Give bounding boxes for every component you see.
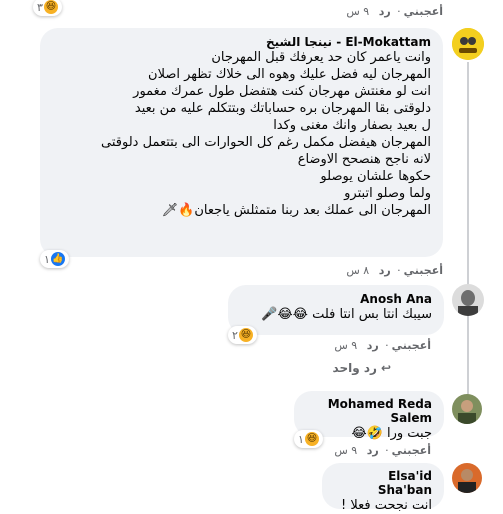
thread-line <box>467 62 469 417</box>
reply-link[interactable]: رد <box>379 264 391 277</box>
reaction-badge[interactable]: ١ 👍 <box>40 250 69 268</box>
reaction-badge[interactable]: ٢ 😆 <box>228 326 257 344</box>
comment-author[interactable]: Anosh Ana <box>240 292 432 306</box>
avatar-image <box>452 28 484 60</box>
reaction-count: ٢ <box>232 328 238 342</box>
avatar-image <box>452 463 482 493</box>
comment-bubble: Anosh Ana سيبك انتا بس انتا فلت 😂😂🎤 <box>228 285 444 335</box>
like-link[interactable]: أعجبني <box>392 444 431 457</box>
like-link[interactable]: أعجبني <box>392 339 431 352</box>
reaction-count: ١ <box>44 252 50 266</box>
avatar-image <box>452 394 482 424</box>
reply-link[interactable]: رد <box>367 339 379 352</box>
top-comment-actions: أعجبني· رد ٩ س <box>346 5 443 18</box>
comment-line: المهرجان الى عملك بعد ربنا متمثلش ياجعان… <box>161 203 431 218</box>
reaction-count: ٣ <box>37 0 43 14</box>
comment-actions: أعجبني· رد ٨ س <box>346 264 443 277</box>
reply-arrow-icon: ↩ <box>380 361 391 375</box>
avatar[interactable] <box>452 463 482 493</box>
comment-line: وانت ياعمر كان حد يعرفك قبل المهرجان <box>211 50 431 65</box>
comment-line: المهرجان ليه فضل عليك وهوه الى خلاك تظهر… <box>148 67 431 82</box>
comment-line: دلوقتى بقا المهرجان بره حساباتك وبتتكلم … <box>134 101 431 116</box>
comment-actions: أعجبني· رد ٩ س <box>334 444 431 457</box>
like-link[interactable]: أعجبني <box>404 264 443 277</box>
haha-icon: 😆 <box>304 432 319 446</box>
avatar[interactable] <box>452 394 482 424</box>
comment-line: ولما وصلو اتبترو <box>344 186 431 201</box>
reaction-count: ١ <box>298 432 304 446</box>
timestamp: ٩ س <box>334 444 358 457</box>
avatar-image <box>452 284 484 316</box>
reply-link[interactable]: رد <box>379 5 391 18</box>
comment-text: سيبك انتا بس انتا فلت 😂😂🎤 <box>261 307 432 322</box>
comment-author[interactable]: El-Mokattam - نينجا الشيخ <box>52 35 431 49</box>
timestamp: ٩ س <box>346 5 370 18</box>
timestamp: ٨ س <box>346 264 370 277</box>
view-replies-label: رد واحد <box>332 361 377 375</box>
haha-icon: 😆 <box>43 0 58 14</box>
comment-line: حكوها علشان يوصلو <box>320 169 431 184</box>
like-link[interactable]: أعجبني <box>404 5 443 18</box>
comment-line: لانه ناجح هنصحح الاوضاع <box>297 152 431 167</box>
view-replies-link[interactable]: ↩ رد واحد <box>333 361 391 375</box>
like-icon: 👍 <box>50 252 65 266</box>
comment-bubble: Elsa'id Sha'ban انت نجحت فعلا ! <box>322 463 444 513</box>
timestamp: ٩ س <box>334 339 358 352</box>
comment-line: ل بعيد بصفار وانك مغنى وكدا <box>273 118 431 133</box>
comment-actions: أعجبني· رد ٩ س <box>334 339 431 352</box>
comment-text: جبت ورا 🤣😂 <box>351 426 432 441</box>
comment-author[interactable]: Mohamed Reda Salem <box>306 397 432 425</box>
comment-author[interactable]: Elsa'id Sha'ban <box>334 469 432 497</box>
haha-icon: 😆 <box>238 328 253 342</box>
comment-bubble: El-Mokattam - نينجا الشيخ وانت ياعمر كان… <box>40 28 443 257</box>
comment-line: المهرجان هيفضل مكمل رغم كل الحوارات الى … <box>101 135 431 150</box>
reply-link[interactable]: رد <box>367 444 379 457</box>
comment-text: انت نجحت فعلا ! <box>340 498 432 513</box>
comment-line: انت لو مغنتش مهرجان كنت هتفضل طول عمرك م… <box>133 84 431 99</box>
reaction-badge[interactable]: ١ 😆 <box>294 430 323 448</box>
avatar[interactable] <box>452 284 484 316</box>
reaction-badge[interactable]: ٣ 😆 <box>33 0 62 16</box>
avatar[interactable] <box>452 28 484 60</box>
